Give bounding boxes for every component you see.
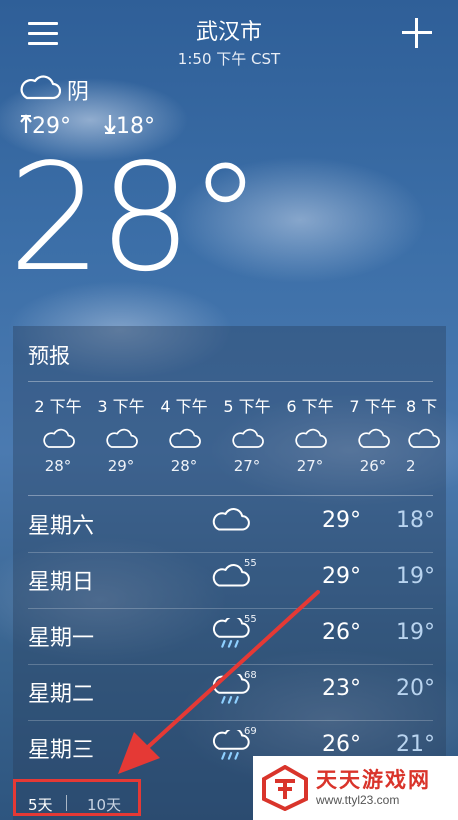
annotation-arrow [118, 590, 320, 774]
watermark-url: www.ttyl23.com [316, 793, 400, 807]
watermark-title: 天天游戏网 [316, 768, 431, 792]
watermark-logo-icon [262, 764, 308, 815]
